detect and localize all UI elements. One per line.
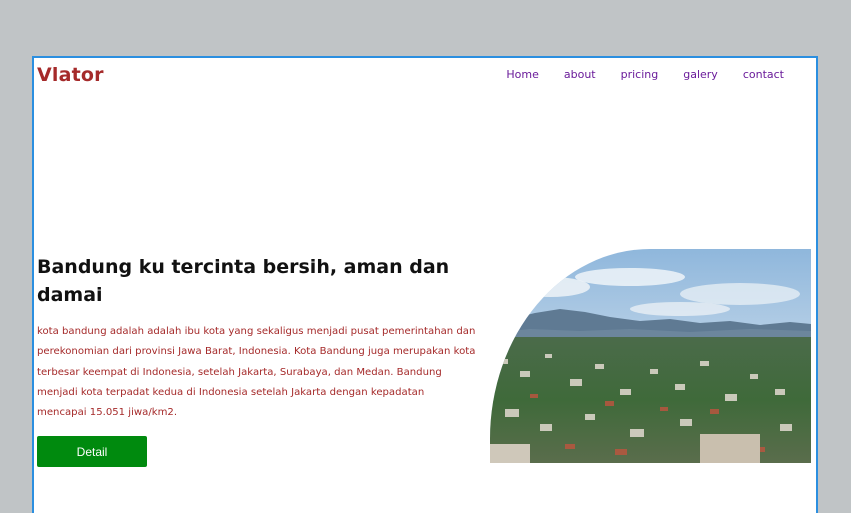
detail-button[interactable]: Detail bbox=[37, 436, 147, 467]
nav-link-home[interactable]: Home bbox=[506, 68, 538, 81]
hero-title: Bandung ku tercinta bersih, aman dan dam… bbox=[37, 256, 450, 306]
hero-description: kota bandung adalah adalah ibu kota yang… bbox=[37, 326, 476, 419]
brand-logo[interactable]: Vlator bbox=[37, 64, 104, 86]
hero-city-image bbox=[490, 249, 811, 463]
page-frame: Vlator Home about pricing galery contact… bbox=[32, 56, 818, 513]
nav-link-about[interactable]: about bbox=[564, 68, 596, 81]
nav-link-pricing[interactable]: pricing bbox=[621, 68, 659, 81]
nav-link-contact[interactable]: contact bbox=[743, 68, 784, 81]
main-nav: Home about pricing galery contact bbox=[506, 68, 784, 81]
nav-link-galery[interactable]: galery bbox=[683, 68, 718, 81]
